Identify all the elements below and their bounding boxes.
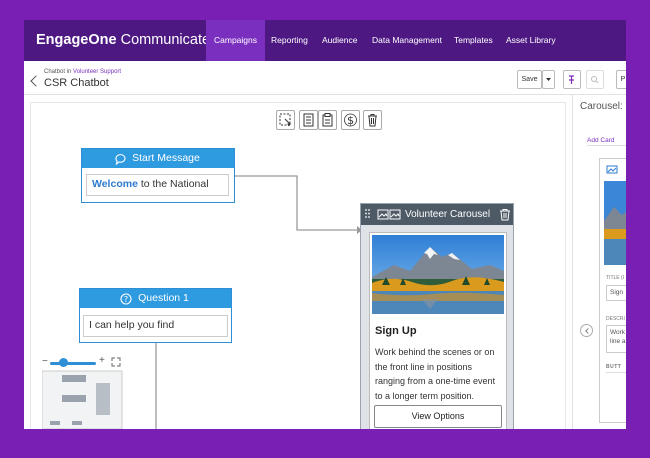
question-title: Question 1 — [138, 292, 189, 304]
buttons-divider — [606, 372, 626, 373]
title-field[interactable]: Sign — [606, 285, 626, 301]
description-line-2: line a — [610, 338, 626, 345]
buttons-section-label: BUTT — [606, 364, 622, 370]
card-description: Work behind the scenes or on the front l… — [375, 347, 496, 401]
mountain-lake-image — [372, 235, 504, 314]
start-message-header: Start Message — [82, 149, 234, 168]
card-title: Sign Up — [375, 325, 417, 337]
question-node[interactable]: ? Question 1 I can help you find — [79, 288, 232, 343]
carousel-images-icon — [377, 209, 401, 220]
panel-title: Carousel: V — [580, 101, 626, 112]
chat-bubble-icon — [115, 154, 126, 165]
question-body: I can help you find — [83, 315, 228, 337]
previous-card-button[interactable] — [580, 324, 593, 337]
start-message-body: Welcome to the National — [86, 174, 229, 196]
start-message-bold: Welcome — [92, 178, 138, 190]
card-editor[interactable]: TITLE (I Sign DESCRI Work line a BUTT — [599, 158, 626, 423]
carousel-settings-panel: Carousel: V Add Card TITLE (I Sign DESCR… — [572, 95, 626, 429]
carousel-header: Volunteer Carousel — [361, 204, 513, 225]
drag-handle-icon[interactable] — [364, 208, 372, 222]
carousel-node[interactable]: Volunteer Carousel Sign Up Work behind t… — [360, 203, 514, 429]
start-message-text: to the National — [137, 178, 209, 190]
description-field-label: DESCRI — [606, 316, 625, 322]
svg-text:?: ? — [124, 295, 128, 304]
minimap[interactable] — [41, 357, 128, 429]
carousel-title: Volunteer Carousel — [405, 209, 491, 220]
description-line-1: Work — [610, 329, 626, 336]
description-field[interactable]: Work line a — [606, 325, 626, 353]
title-field-label: TITLE (I — [606, 275, 625, 281]
card-image-preview — [604, 181, 626, 265]
trash-icon[interactable] — [499, 208, 511, 221]
start-message-node[interactable]: Start Message Welcome to the National — [81, 148, 235, 203]
help-circle-icon: ? — [120, 293, 132, 305]
question-header: ? Question 1 — [80, 289, 231, 308]
add-card-tab[interactable]: Add Card — [587, 137, 614, 144]
carousel-card[interactable]: Sign Up Work behind the scenes or on the… — [369, 232, 507, 429]
app-window: EngageOne Communicate Campaigns Reportin… — [24, 20, 626, 429]
card-image-icon — [606, 165, 618, 174]
view-options-button[interactable]: View Options — [374, 405, 502, 428]
start-message-title: Start Message — [132, 152, 200, 164]
tab-divider — [587, 145, 626, 146]
